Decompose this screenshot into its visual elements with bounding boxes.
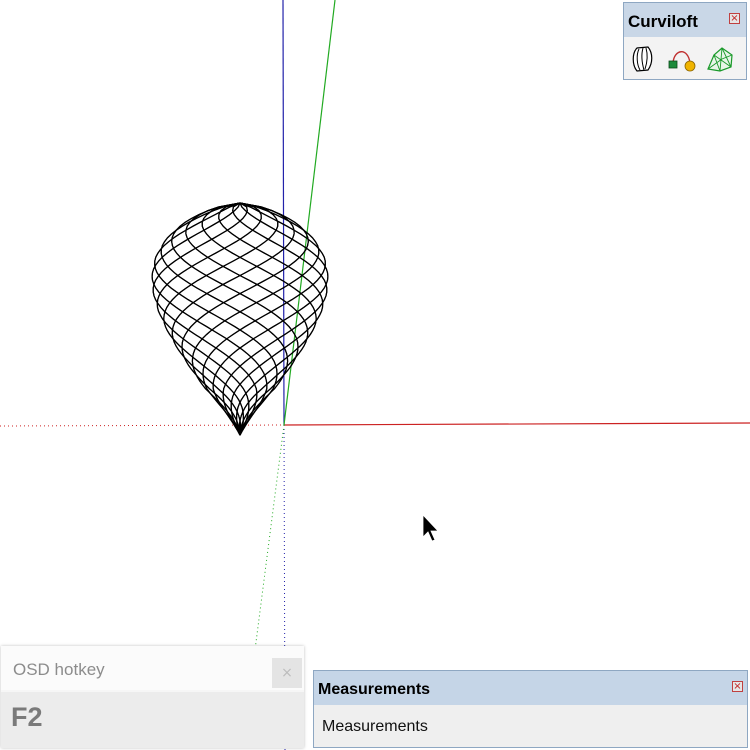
osd-hotkey-panel: OSD hotkey × F2 [1,646,304,748]
skinning-icon[interactable] [666,43,698,75]
close-icon[interactable]: × [729,13,740,24]
close-icon[interactable]: × [272,658,302,688]
curviloft-toolbar: Curviloft × [623,2,747,80]
dome-rib [191,202,320,436]
loft-by-spline-icon[interactable] [628,43,660,75]
measurements-panel: Measurements × Measurements [313,670,748,748]
measurements-value: Measurements [322,718,428,735]
green-axis-hidden [254,424,285,651]
measurements-title: Measurements [318,681,431,698]
dome-rib [160,202,289,436]
measurements-input[interactable]: Measurements [314,706,747,747]
dome-rib [160,202,289,436]
measurements-titlebar[interactable]: Measurements × [314,671,747,705]
hotkey-label: F2 [11,702,43,732]
curviloft-titlebar[interactable]: Curviloft × [624,3,746,37]
3d-viewport[interactable] [0,0,750,750]
dome-wireframe-model[interactable] [151,202,329,436]
blue-axis [282,0,285,426]
osd-title: OSD hotkey [13,660,105,679]
red-axis [283,422,750,426]
close-icon[interactable]: × [732,681,743,692]
loft-along-path-icon[interactable] [704,43,736,75]
mouse-cursor-icon [422,513,439,542]
dome-rib [191,202,320,436]
toolbar-title: Curviloft [628,12,698,31]
